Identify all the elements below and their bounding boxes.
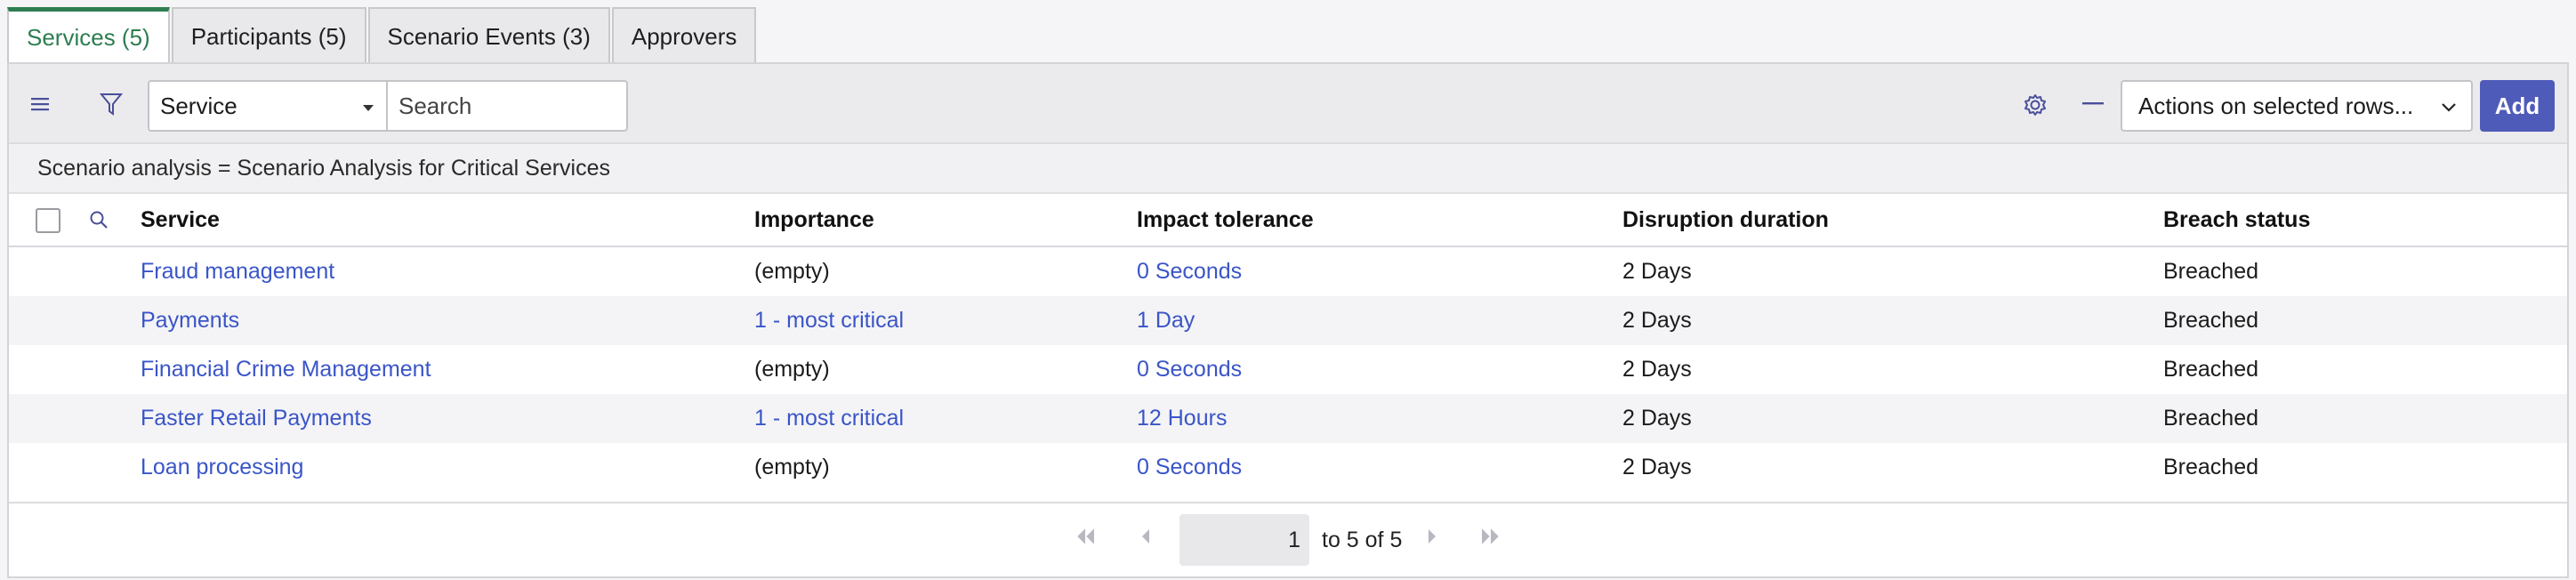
add-button[interactable]: Add: [2480, 80, 2555, 132]
disruption-duration-value: 2 Days: [1622, 406, 1692, 431]
hamburger-menu-icon[interactable]: [25, 89, 55, 119]
table-header: Service Importance Impact tolerance Disr…: [9, 194, 2567, 247]
tab-scenario-events[interactable]: Scenario Events (3): [367, 7, 610, 64]
service-link[interactable]: Fraud management: [141, 247, 334, 296]
disruption-duration-value: 2 Days: [1622, 357, 1692, 382]
funnel-icon[interactable]: [96, 89, 126, 119]
impact-tolerance-link[interactable]: 0 Seconds: [1137, 443, 1242, 492]
related-list-panel: Service Actions on selected rows... Add …: [7, 62, 2569, 578]
filter-breadcrumb[interactable]: Scenario analysis = Scenario Analysis fo…: [9, 144, 2567, 194]
next-page-icon[interactable]: [1425, 527, 1439, 552]
service-link[interactable]: Faster Retail Payments: [141, 394, 372, 443]
importance-value: (empty): [754, 357, 830, 382]
field-select-value: Service: [160, 92, 237, 119]
breach-status-value: Breached: [2163, 308, 2259, 333]
chevron-down-icon: [2439, 96, 2459, 124]
disruption-duration-value: 2 Days: [1622, 455, 1692, 479]
breach-status-value: Breached: [2163, 406, 2259, 431]
table-row: Payments 1 - most critical 1 Day 2 Days …: [9, 296, 2567, 345]
table-row: Loan processing (empty) 0 Seconds 2 Days…: [9, 443, 2567, 492]
select-all-checkbox[interactable]: [36, 208, 60, 233]
column-header-disruption-duration[interactable]: Disruption duration: [1622, 194, 1829, 246]
impact-tolerance-link[interactable]: 0 Seconds: [1137, 247, 1242, 296]
first-page-icon[interactable]: [1075, 527, 1098, 552]
page-number-input[interactable]: 1: [1179, 514, 1309, 566]
search-input[interactable]: [386, 80, 628, 132]
column-header-impact-tolerance[interactable]: Impact tolerance: [1137, 194, 1314, 246]
page-number-value: 1: [1288, 527, 1300, 552]
breach-status-value: Breached: [2163, 357, 2259, 382]
filter-condition: Scenario analysis = Scenario Analysis fo…: [37, 155, 611, 181]
minus-icon[interactable]: [2078, 89, 2108, 119]
table-row: Faster Retail Payments 1 - most critical…: [9, 394, 2567, 443]
importance-link[interactable]: 1 - most critical: [754, 394, 904, 443]
page-range-text: to 5 of 5: [1322, 527, 1403, 552]
column-header-breach-status[interactable]: Breach status: [2163, 194, 2310, 246]
importance-value: (empty): [754, 455, 830, 479]
breach-status-value: Breached: [2163, 259, 2259, 284]
tab-approvers[interactable]: Approvers: [611, 7, 757, 64]
actions-select[interactable]: Actions on selected rows...: [2121, 80, 2473, 132]
tab-participants[interactable]: Participants (5): [171, 7, 366, 64]
list-toolbar: Service Actions on selected rows... Add: [9, 64, 2567, 144]
gear-icon[interactable]: [2019, 89, 2051, 121]
breach-status-value: Breached: [2163, 455, 2259, 479]
table-row: Financial Crime Management (empty) 0 Sec…: [9, 345, 2567, 394]
importance-value: (empty): [754, 259, 830, 284]
caret-down-icon: [363, 105, 374, 111]
disruption-duration-value: 2 Days: [1622, 259, 1692, 284]
last-page-icon[interactable]: [1478, 527, 1501, 552]
actions-select-value: Actions on selected rows...: [2138, 92, 2414, 119]
previous-page-icon[interactable]: [1139, 527, 1153, 552]
service-link[interactable]: Financial Crime Management: [141, 345, 431, 394]
importance-link[interactable]: 1 - most critical: [754, 296, 904, 345]
field-select[interactable]: Service: [148, 80, 388, 132]
impact-tolerance-link[interactable]: 0 Seconds: [1137, 345, 1242, 394]
service-link[interactable]: Payments: [141, 296, 239, 345]
disruption-duration-value: 2 Days: [1622, 308, 1692, 333]
pagination-bar: 1 to 5 of 5: [9, 502, 2567, 576]
column-header-service[interactable]: Service: [141, 194, 220, 246]
search-icon[interactable]: [85, 206, 112, 233]
tab-bar: Services (5) Participants (5) Scenario E…: [7, 7, 758, 64]
table-row: Fraud management (empty) 0 Seconds 2 Day…: [9, 247, 2567, 296]
tab-services[interactable]: Services (5): [7, 7, 170, 64]
impact-tolerance-link[interactable]: 1 Day: [1137, 296, 1195, 345]
column-header-importance[interactable]: Importance: [754, 194, 874, 246]
service-link[interactable]: Loan processing: [141, 443, 303, 492]
impact-tolerance-link[interactable]: 12 Hours: [1137, 394, 1227, 443]
